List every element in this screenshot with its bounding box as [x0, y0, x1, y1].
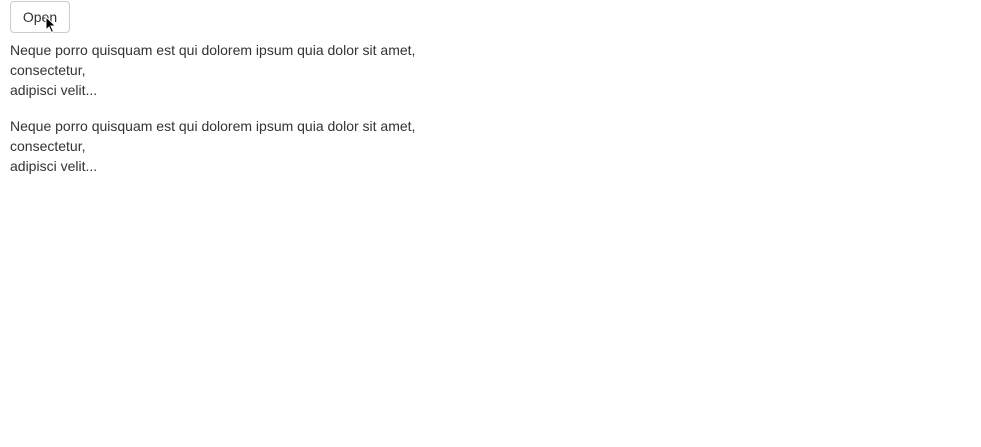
paragraph-line: adipisci velit...	[10, 158, 98, 174]
paragraph-line: Neque porro quisquam est qui dolorem ips…	[10, 42, 416, 58]
open-button[interactable]: Open	[10, 1, 70, 33]
paragraph-line: adipisci velit...	[10, 82, 98, 98]
paragraph-2: Neque porro quisquam est qui dolorem ips…	[10, 116, 450, 176]
paragraph-line: consectetur,	[10, 138, 86, 154]
paragraph-line: consectetur,	[10, 62, 86, 78]
paragraph-line: Neque porro quisquam est qui dolorem ips…	[10, 118, 416, 134]
paragraph-1: Neque porro quisquam est qui dolorem ips…	[10, 40, 450, 100]
